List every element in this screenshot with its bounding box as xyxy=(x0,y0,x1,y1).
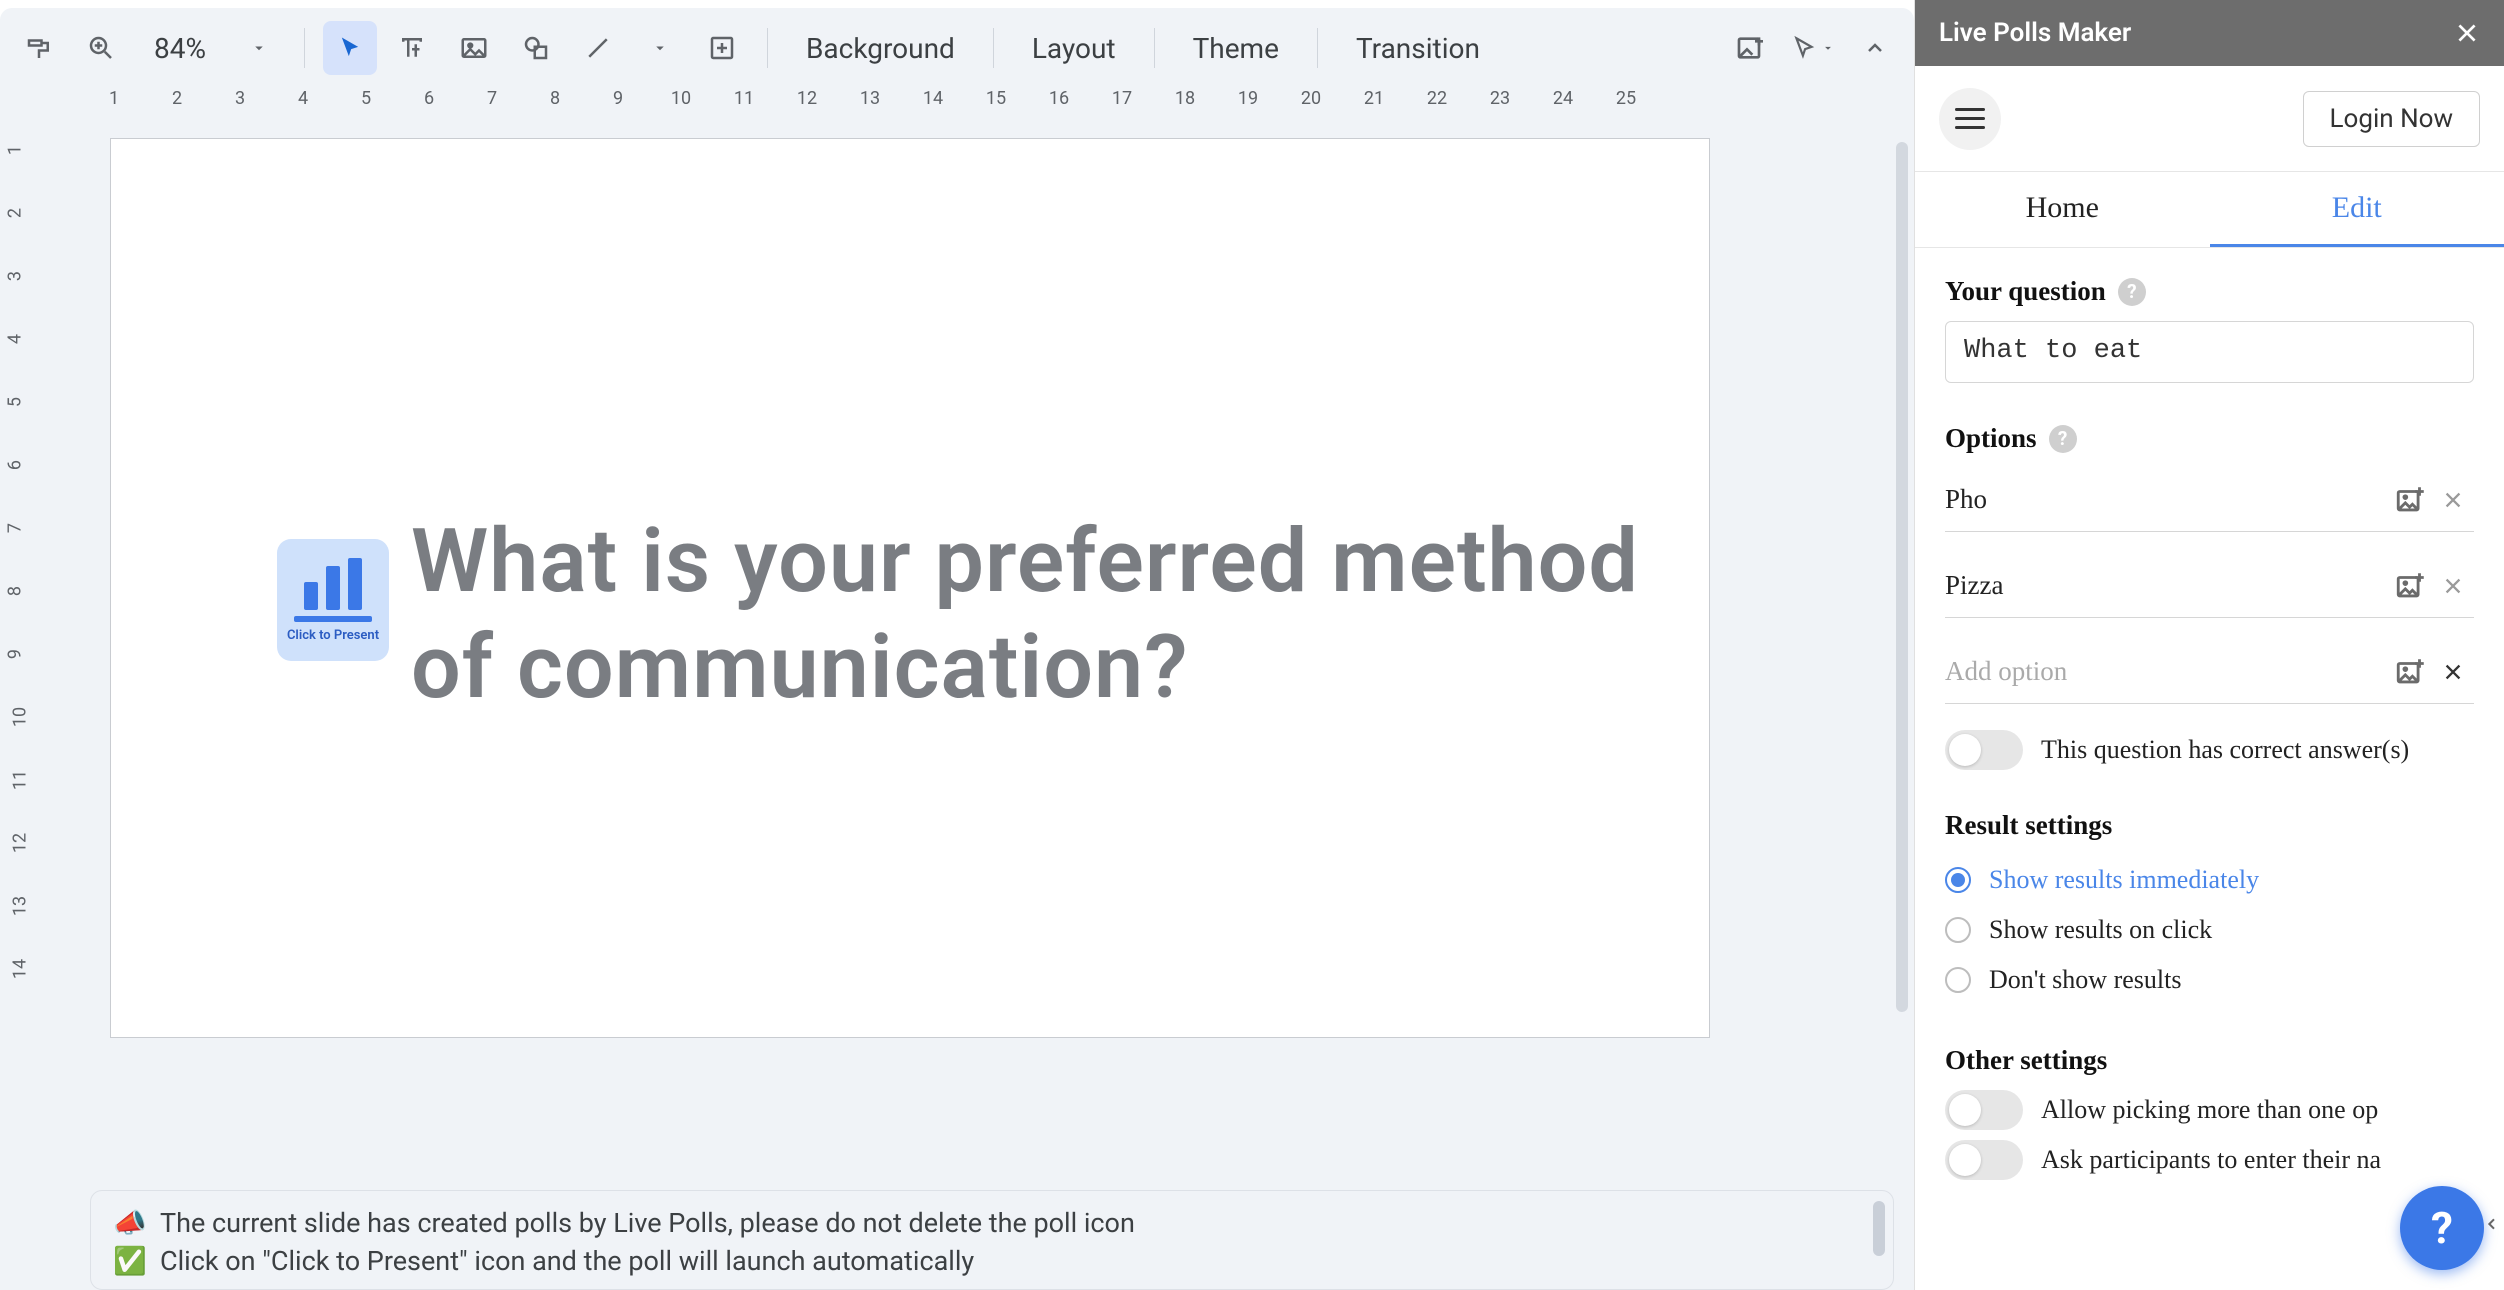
sidebar-header: Live Polls Maker xyxy=(1915,0,2504,66)
image-button[interactable] xyxy=(447,21,501,75)
help-fab-button[interactable]: ? xyxy=(2400,1186,2484,1270)
option-input-2[interactable] xyxy=(1945,570,2380,601)
option-input-1[interactable] xyxy=(1945,484,2380,515)
slide[interactable]: Click to Present What is your preferred … xyxy=(110,138,1710,1038)
notes-scrollbar[interactable] xyxy=(1873,1201,1885,1256)
remove-option-button[interactable] xyxy=(2442,489,2470,511)
cursor-options-button[interactable] xyxy=(1786,21,1840,75)
line-dropdown[interactable] xyxy=(633,21,687,75)
close-sidebar-button[interactable] xyxy=(2454,20,2480,46)
ask-names-toggle[interactable] xyxy=(1945,1140,2023,1180)
radio-show-on-click[interactable]: Show results on click xyxy=(1945,905,2474,955)
paint-format-button[interactable] xyxy=(12,21,66,75)
divider xyxy=(1154,28,1155,68)
collapse-panel-button[interactable] xyxy=(2480,1200,2504,1248)
add-option-input[interactable] xyxy=(1945,656,2380,687)
divider xyxy=(993,28,994,68)
correct-answer-label: This question has correct answer(s) xyxy=(2041,735,2409,765)
note-line-2: Click on "Click to Present" icon and the… xyxy=(160,1245,974,1277)
remove-option-button[interactable] xyxy=(2442,575,2470,597)
background-button[interactable]: Background xyxy=(786,21,975,75)
tab-home[interactable]: Home xyxy=(1915,172,2210,247)
add-image-icon[interactable] xyxy=(2394,655,2428,689)
poll-icon-label: Click to Present xyxy=(287,628,379,643)
multi-choice-toggle[interactable] xyxy=(1945,1090,2023,1130)
shape-button[interactable] xyxy=(509,21,563,75)
theme-button[interactable]: Theme xyxy=(1173,21,1299,75)
line-button[interactable] xyxy=(571,21,625,75)
scrollbar-vertical[interactable] xyxy=(1896,142,1908,1012)
login-button[interactable]: Login Now xyxy=(2303,91,2480,147)
transition-button[interactable]: Transition xyxy=(1336,21,1500,75)
help-icon[interactable]: ? xyxy=(2049,425,2077,453)
zoom-button[interactable] xyxy=(74,21,128,75)
zoom-dropdown[interactable] xyxy=(232,21,286,75)
option-row-add xyxy=(1945,640,2474,704)
toolbar: 84% Background Layout Theme xyxy=(0,8,1914,88)
option-row xyxy=(1945,468,2474,532)
radio-icon xyxy=(1945,917,1971,943)
ask-names-label: Ask participants to enter their na xyxy=(2041,1145,2381,1175)
clear-option-button[interactable] xyxy=(2442,661,2470,683)
bar-chart-icon xyxy=(304,558,362,610)
collapse-toolbar-button[interactable] xyxy=(1848,21,1902,75)
radio-show-immediately[interactable]: Show results immediately xyxy=(1945,855,2474,905)
correct-answer-toggle[interactable] xyxy=(1945,730,2023,770)
sidebar-topbar: Login Now xyxy=(1915,66,2504,172)
divider xyxy=(1317,28,1318,68)
add-image-icon[interactable] xyxy=(2394,569,2428,603)
other-settings-label: Other settings xyxy=(1945,1045,2474,1076)
option-row xyxy=(1945,554,2474,618)
ruler-horizontal: 1234567891011121314151617181920212223242… xyxy=(50,88,1914,128)
add-image-icon[interactable] xyxy=(2394,483,2428,517)
question-label: Your question xyxy=(1945,276,2106,307)
text-box-button[interactable] xyxy=(385,21,439,75)
tab-edit[interactable]: Edit xyxy=(2210,172,2504,247)
note-line-1: The current slide has created polls by L… xyxy=(160,1207,1135,1239)
insert-image-ai-button[interactable] xyxy=(1724,21,1778,75)
divider xyxy=(304,28,305,68)
multi-choice-label: Allow picking more than one op xyxy=(2041,1095,2378,1125)
question-input[interactable] xyxy=(1945,321,2474,383)
sidebar-title: Live Polls Maker xyxy=(1939,18,2131,48)
radio-icon xyxy=(1945,867,1971,893)
sidebar-body: Your question ? Options ? xyxy=(1915,248,2504,1290)
layout-button[interactable]: Layout xyxy=(1012,21,1136,75)
comment-button[interactable] xyxy=(695,21,749,75)
options-label: Options xyxy=(1945,423,2037,454)
main-editor: 84% Background Layout Theme xyxy=(0,8,1914,1290)
result-settings-label: Result settings xyxy=(1945,810,2474,841)
radio-dont-show[interactable]: Don't show results xyxy=(1945,955,2474,1005)
ruler-horizontal-wrap: 1234567891011121314151617181920212223242… xyxy=(0,88,1914,128)
menu-button[interactable] xyxy=(1939,88,2001,150)
slide-title[interactable]: What is your preferred method of communi… xyxy=(411,509,1709,720)
sidebar-tabs: Home Edit xyxy=(1915,172,2504,248)
zoom-display[interactable]: 84% xyxy=(136,32,224,65)
help-icon[interactable]: ? xyxy=(2118,278,2146,306)
poll-icon[interactable]: Click to Present xyxy=(277,539,389,661)
divider xyxy=(767,28,768,68)
radio-icon xyxy=(1945,967,1971,993)
sidebar: Live Polls Maker Login Now Home Edit You… xyxy=(1914,0,2504,1290)
speaker-notes[interactable]: 📣 The current slide has created polls by… xyxy=(90,1190,1894,1290)
zoom-value: 84% xyxy=(154,32,206,65)
canvas[interactable]: Click to Present What is your preferred … xyxy=(50,128,1914,1290)
ruler-vertical: 1234567891011121314 xyxy=(0,128,50,1290)
select-tool-button[interactable] xyxy=(323,21,377,75)
